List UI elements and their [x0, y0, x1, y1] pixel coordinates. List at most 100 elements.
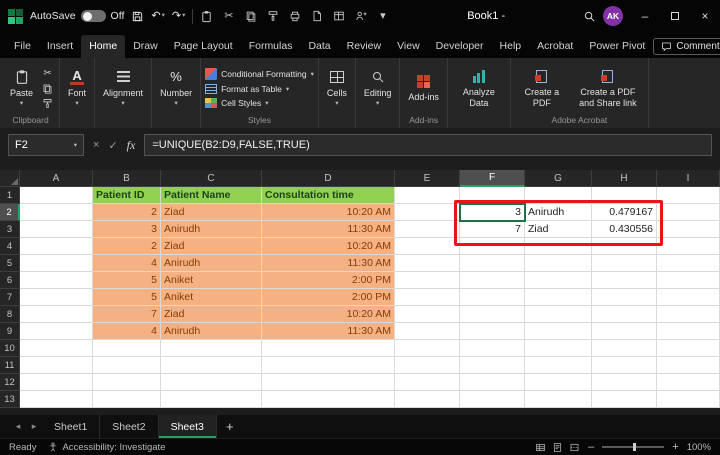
cell-D12[interactable]: [262, 374, 395, 391]
cell-A3[interactable]: [20, 221, 93, 238]
cell-A6[interactable]: [20, 272, 93, 289]
tab-help[interactable]: Help: [492, 35, 530, 58]
cell-I10[interactable]: [657, 340, 720, 357]
row-header-2[interactable]: 2: [0, 204, 20, 221]
search-icon[interactable]: [583, 9, 596, 23]
accessibility-status[interactable]: Accessibility: Investigate: [48, 442, 165, 453]
undo-button[interactable]: ↶▾: [151, 9, 164, 23]
cell-I1[interactable]: [657, 187, 720, 204]
zoom-in-button[interactable]: +: [672, 442, 678, 453]
cell-C3[interactable]: Anirudh: [161, 221, 262, 238]
cell-D9[interactable]: 11:30 AM: [262, 323, 395, 340]
cell-G3[interactable]: Ziad: [525, 221, 592, 238]
row-header-12[interactable]: 12: [0, 374, 20, 391]
cell-E8[interactable]: [395, 306, 460, 323]
row-header-3[interactable]: 3: [0, 221, 20, 238]
cell-F5[interactable]: [460, 255, 525, 272]
cell-A8[interactable]: [20, 306, 93, 323]
enter-icon[interactable]: ✓: [108, 139, 117, 152]
cell-B11[interactable]: [93, 357, 161, 374]
normal-view-icon[interactable]: [535, 442, 546, 453]
cell-F2[interactable]: 3: [460, 204, 525, 221]
cell-A4[interactable]: [20, 238, 93, 255]
cell-H5[interactable]: [592, 255, 657, 272]
insert-function-icon[interactable]: fx: [127, 138, 136, 153]
cell-H6[interactable]: [592, 272, 657, 289]
page-break-view-icon[interactable]: [569, 442, 580, 453]
autosave-control[interactable]: AutoSave Off: [30, 10, 124, 22]
cell-I6[interactable]: [657, 272, 720, 289]
cell-E5[interactable]: [395, 255, 460, 272]
cell-I7[interactable]: [657, 289, 720, 306]
analyze-data-button[interactable]: Analyze Data: [452, 66, 506, 108]
cell-E4[interactable]: [395, 238, 460, 255]
cell-G1[interactable]: [525, 187, 592, 204]
cell-B13[interactable]: [93, 391, 161, 408]
cell-D13[interactable]: [262, 391, 395, 408]
sheet-nav-right-icon[interactable]: ▸: [26, 415, 42, 438]
zoom-slider-thumb[interactable]: [633, 443, 636, 451]
tab-view[interactable]: View: [389, 35, 428, 58]
cell-C12[interactable]: [161, 374, 262, 391]
cut-icon[interactable]: ✂: [40, 68, 55, 80]
cell-E9[interactable]: [395, 323, 460, 340]
cell-styles-button[interactable]: Cell Styles ▾: [205, 98, 314, 108]
cell-C13[interactable]: [161, 391, 262, 408]
create-pdf-share-button[interactable]: Create a PDF and Share link: [572, 66, 644, 108]
formula-input[interactable]: =UNIQUE(B2:D9,FALSE,TRUE): [144, 134, 712, 156]
cell-G9[interactable]: [525, 323, 592, 340]
cell-B3[interactable]: 3: [93, 221, 161, 238]
cell-H10[interactable]: [592, 340, 657, 357]
cell-F12[interactable]: [460, 374, 525, 391]
cell-B8[interactable]: 7: [93, 306, 161, 323]
cell-E1[interactable]: [395, 187, 460, 204]
cell-D6[interactable]: 2:00 PM: [262, 272, 395, 289]
cell-B5[interactable]: 4: [93, 255, 161, 272]
font-button[interactable]: A Font ▾: [64, 67, 90, 108]
cell-I4[interactable]: [657, 238, 720, 255]
cell-A10[interactable]: [20, 340, 93, 357]
cell-B1[interactable]: Patient ID: [93, 187, 161, 204]
column-header-A[interactable]: A: [20, 170, 93, 187]
cell-G12[interactable]: [525, 374, 592, 391]
cell-A12[interactable]: [20, 374, 93, 391]
cell-C5[interactable]: Anirudh: [161, 255, 262, 272]
cell-C6[interactable]: Aniket: [161, 272, 262, 289]
cell-D5[interactable]: 11:30 AM: [262, 255, 395, 272]
cell-C9[interactable]: Anirudh: [161, 323, 262, 340]
cell-F1[interactable]: [460, 187, 525, 204]
cell-C1[interactable]: Patient Name: [161, 187, 262, 204]
cell-G5[interactable]: [525, 255, 592, 272]
sheet-tab-sheet1[interactable]: Sheet1: [42, 415, 100, 438]
cell-B10[interactable]: [93, 340, 161, 357]
cancel-icon[interactable]: ×: [93, 139, 99, 151]
autosave-toggle[interactable]: [81, 10, 106, 22]
sheet-nav-left-icon[interactable]: ◂: [10, 415, 26, 438]
cell-G7[interactable]: [525, 289, 592, 306]
cell-H7[interactable]: [592, 289, 657, 306]
column-header-B[interactable]: B: [93, 170, 161, 187]
column-header-F[interactable]: F: [460, 170, 525, 187]
cell-H8[interactable]: [592, 306, 657, 323]
cell-C11[interactable]: [161, 357, 262, 374]
cell-F6[interactable]: [460, 272, 525, 289]
row-header-6[interactable]: 6: [0, 272, 20, 289]
cell-F11[interactable]: [460, 357, 525, 374]
row-header-7[interactable]: 7: [0, 289, 20, 306]
cell-I12[interactable]: [657, 374, 720, 391]
cell-F7[interactable]: [460, 289, 525, 306]
alignment-button[interactable]: Alignment ▾: [99, 67, 147, 108]
sheet-tab-sheet3[interactable]: Sheet3: [159, 415, 217, 438]
cell-A13[interactable]: [20, 391, 93, 408]
cell-F13[interactable]: [460, 391, 525, 408]
cell-D8[interactable]: 10:20 AM: [262, 306, 395, 323]
cells-button[interactable]: Cells ▾: [323, 67, 351, 108]
addins-button[interactable]: Add-ins: [404, 71, 443, 103]
comments-button[interactable]: Comments: [653, 38, 720, 55]
tab-developer[interactable]: Developer: [428, 35, 492, 58]
close-button[interactable]: ×: [690, 0, 720, 32]
create-pdf-button[interactable]: Create a PDF: [515, 66, 569, 108]
conditional-formatting-button[interactable]: Conditional Formatting ▾: [205, 68, 314, 80]
cell-I11[interactable]: [657, 357, 720, 374]
cell-E13[interactable]: [395, 391, 460, 408]
